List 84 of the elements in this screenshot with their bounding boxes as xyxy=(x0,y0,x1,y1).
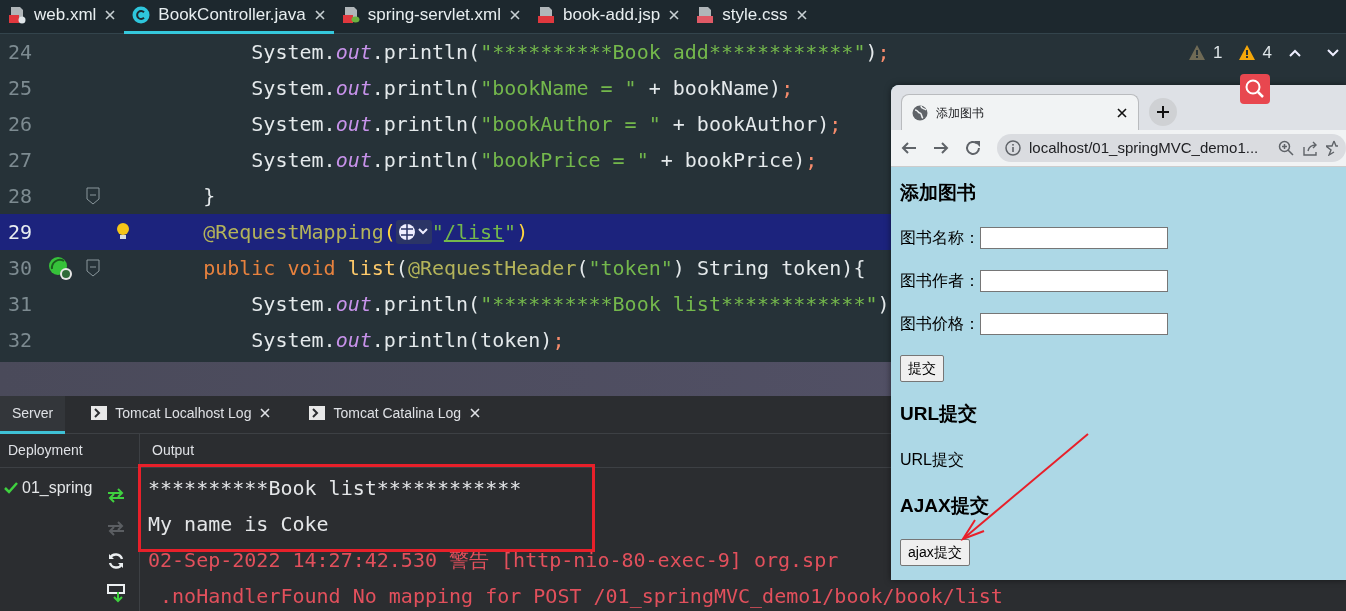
fold-icon[interactable] xyxy=(86,187,100,205)
warning-icon[interactable] xyxy=(1238,45,1255,61)
console-line: .noHandlerFound No mapping for POST /01_springMVC_demo1/book/book/list xyxy=(159,583,1003,610)
line-number: 25 xyxy=(7,75,34,102)
code-text: System.out.println("bookName = " + bookName); xyxy=(250,75,794,102)
input-field[interactable] xyxy=(980,312,1168,335)
page-heading: URL提交 xyxy=(900,401,978,426)
xml-file-icon xyxy=(341,6,360,24)
console-line: **********Book list************ xyxy=(148,475,522,502)
console-line: 02-Sep-2022 14:27:42.530 警告 [http-nio-80-exec-9] org.spr xyxy=(148,547,839,574)
fold-icon[interactable] xyxy=(86,259,100,277)
line-number: 26 xyxy=(7,111,34,138)
css-file-icon xyxy=(696,6,715,24)
file-tab[interactable]: spring-servlet.xml xyxy=(333,0,529,34)
chevron-up-icon[interactable] xyxy=(1288,47,1302,58)
line-number: 29 xyxy=(7,219,34,246)
new-tab-button[interactable] xyxy=(1149,98,1177,126)
page-text: URL提交 xyxy=(900,450,964,470)
file-tab[interactable]: book-add.jsp xyxy=(529,0,689,34)
code-text: @RequestMapping( xyxy=(202,219,396,246)
line-number: 31 xyxy=(7,291,34,318)
code-text: System.out.println("**********Book list************") xyxy=(250,291,890,318)
close-icon[interactable] xyxy=(668,9,681,21)
back-icon[interactable] xyxy=(901,140,917,156)
share-icon[interactable] xyxy=(1302,140,1318,156)
column-header: Deployment xyxy=(8,441,83,460)
input-field[interactable] xyxy=(980,226,1168,249)
page-heading: 添加图书 xyxy=(900,180,976,205)
close-icon[interactable] xyxy=(795,9,808,21)
field-label: 图书名称： xyxy=(900,227,980,248)
code-text: System.out.println(token); xyxy=(250,327,565,354)
panel-tab[interactable]: Tomcat Localhost Log xyxy=(79,395,284,434)
page-heading: AJAX提交 xyxy=(900,493,989,518)
chevron-down-icon[interactable] xyxy=(1326,47,1340,58)
browser-tab[interactable]: 添加图书 xyxy=(901,94,1139,130)
line-number: 24 xyxy=(7,39,34,66)
code-text: System.out.println("bookAuthor = " + bookAuthor); xyxy=(250,111,842,138)
close-tab-icon[interactable] xyxy=(1116,106,1128,119)
zoom-icon[interactable] xyxy=(1278,140,1294,156)
deployment-item[interactable]: 01_spring xyxy=(22,476,93,500)
field-label: 图书价格： xyxy=(900,313,980,334)
close-icon[interactable] xyxy=(509,9,521,21)
code-text: public void list(@RequestHeader("token") String token){ xyxy=(202,255,866,282)
close-icon[interactable] xyxy=(469,407,482,419)
info-icon[interactable] xyxy=(1005,140,1021,156)
close-icon[interactable] xyxy=(259,407,272,419)
lightbulb-icon[interactable] xyxy=(115,222,131,242)
field-label: 图书作者： xyxy=(900,270,980,291)
file-tab[interactable]: web.xml xyxy=(0,0,125,34)
panel-tab[interactable]: Tomcat Catalina Log xyxy=(297,395,494,434)
globe-hint-icon[interactable] xyxy=(395,220,432,244)
terminal-icon xyxy=(309,406,326,420)
terminal-icon xyxy=(91,406,108,420)
plus-icon[interactable] xyxy=(1156,105,1170,119)
line-number: 30 xyxy=(7,255,34,282)
code-text: System.out.println("bookPrice = " + bookPrice); xyxy=(250,147,818,174)
close-icon[interactable] xyxy=(313,9,326,21)
line-number: 27 xyxy=(7,147,34,174)
console-line: My name is Coke xyxy=(148,511,329,538)
panel-tab[interactable]: Server xyxy=(0,395,66,434)
close-icon[interactable] xyxy=(104,9,117,21)
jsp-file-icon xyxy=(537,6,555,24)
address-bar[interactable]: localhost/01_springMVC_demo1... xyxy=(997,134,1346,162)
submit-button[interactable]: 提交 xyxy=(900,354,944,382)
globe-icon xyxy=(912,104,928,121)
weak-warning-icon[interactable] xyxy=(1189,45,1206,61)
file-tab[interactable]: style.css xyxy=(688,0,816,34)
reload-icon[interactable] xyxy=(965,140,981,156)
warning-count: 4 xyxy=(1262,42,1272,64)
class-icon xyxy=(132,6,151,24)
warning-count: 1 xyxy=(1213,42,1223,64)
search-button[interactable] xyxy=(1240,74,1270,104)
line-number: 28 xyxy=(7,183,34,210)
forward-icon[interactable] xyxy=(933,140,949,156)
star-icon[interactable] xyxy=(1326,140,1338,156)
bean-globe-icon[interactable] xyxy=(47,255,73,281)
code-text: "/list") xyxy=(431,219,529,246)
code-text: System.out.println("**********Book add************"); xyxy=(250,39,890,66)
input-field[interactable] xyxy=(980,269,1168,292)
column-header: Output xyxy=(151,441,195,460)
xml-file-icon xyxy=(8,6,26,24)
line-number: 32 xyxy=(7,327,34,354)
code-text: } xyxy=(202,183,216,210)
submit-button[interactable]: ajax提交 xyxy=(900,538,970,566)
